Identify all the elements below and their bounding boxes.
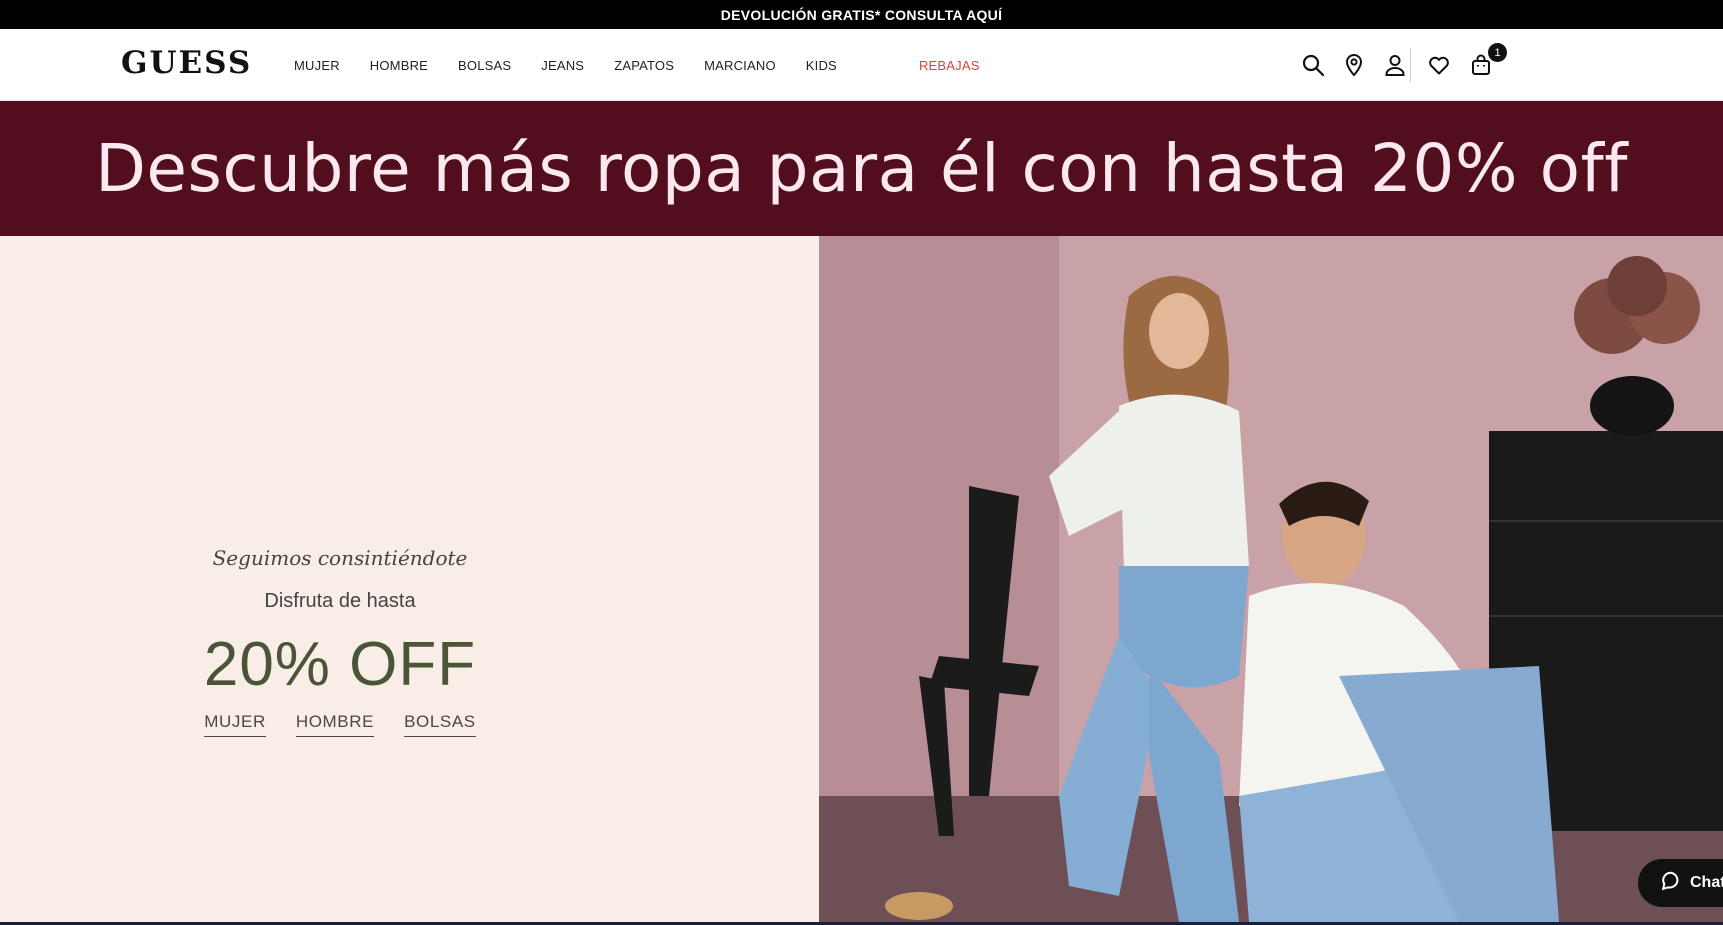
chat-label[interactable]: Chat — [1690, 874, 1723, 892]
nav-item-mujer[interactable]: MUJER — [294, 58, 340, 73]
chat-button[interactable]: Chat — [1638, 859, 1723, 907]
couple-photo-illustration — [819, 236, 1723, 922]
promo-link-mujer[interactable]: MUJER — [204, 712, 266, 737]
nav-item-rebajas[interactable]: REBAJAS — [919, 58, 980, 73]
search-icon[interactable] — [1300, 52, 1326, 78]
header-icons: 1 — [1300, 29, 1507, 101]
promo-tagline: Seguimos consintiéndote — [212, 546, 468, 570]
topbar-promo-text[interactable]: DEVOLUCIÓN GRATIS* CONSULTA AQUÍ — [721, 7, 1003, 23]
location-pin-icon[interactable] — [1341, 52, 1367, 78]
promo-topbar[interactable]: DEVOLUCIÓN GRATIS* CONSULTA AQUÍ — [0, 0, 1723, 29]
nav-item-marciano[interactable]: MARCIANO — [704, 58, 776, 73]
promo-link-hombre[interactable]: HOMBRE — [295, 712, 375, 737]
promo-link-bolsas[interactable]: BOLSAS — [404, 712, 476, 737]
nav-item-jeans[interactable]: JEANS — [541, 58, 584, 73]
user-icon[interactable] — [1382, 52, 1408, 78]
promo-subtitle: Disfruta de hasta — [264, 590, 416, 612]
chat-bubble-icon — [1660, 870, 1682, 897]
banner-headline[interactable]: Descubre más ropa para él con hasta 20% … — [95, 130, 1628, 207]
hero-promo-panel: Seguimos consintiéndote Disfruta de hast… — [0, 236, 819, 922]
promo-banner[interactable]: Descubre más ropa para él con hasta 20% … — [0, 101, 1723, 236]
promo-links: MUJER HOMBRE BOLSAS — [190, 712, 490, 737]
cart-count-badge: 1 — [1488, 43, 1507, 62]
promo-block: Seguimos consintiéndote Disfruta de hast… — [190, 546, 490, 737]
nav-item-zapatos[interactable]: ZAPATOS — [614, 58, 674, 73]
nav-item-bolsas[interactable]: BOLSAS — [458, 58, 511, 73]
main-nav: MUJER HOMBRE BOLSAS JEANS ZAPATOS MARCIA… — [294, 29, 1010, 101]
promo-discount: 20% OFF — [203, 630, 477, 699]
hero-photo[interactable] — [819, 236, 1723, 922]
guess-logo[interactable]: GUESS — [121, 45, 252, 81]
heart-icon[interactable] — [1426, 52, 1452, 78]
shopping-bag-icon[interactable]: 1 — [1468, 43, 1507, 78]
site-header: GUESS MUJER HOMBRE BOLSAS JEANS ZAPATOS … — [0, 29, 1723, 101]
nav-item-hombre[interactable]: HOMBRE — [370, 58, 428, 73]
header-divider — [1410, 48, 1411, 82]
nav-item-kids[interactable]: KIDS — [806, 58, 837, 73]
